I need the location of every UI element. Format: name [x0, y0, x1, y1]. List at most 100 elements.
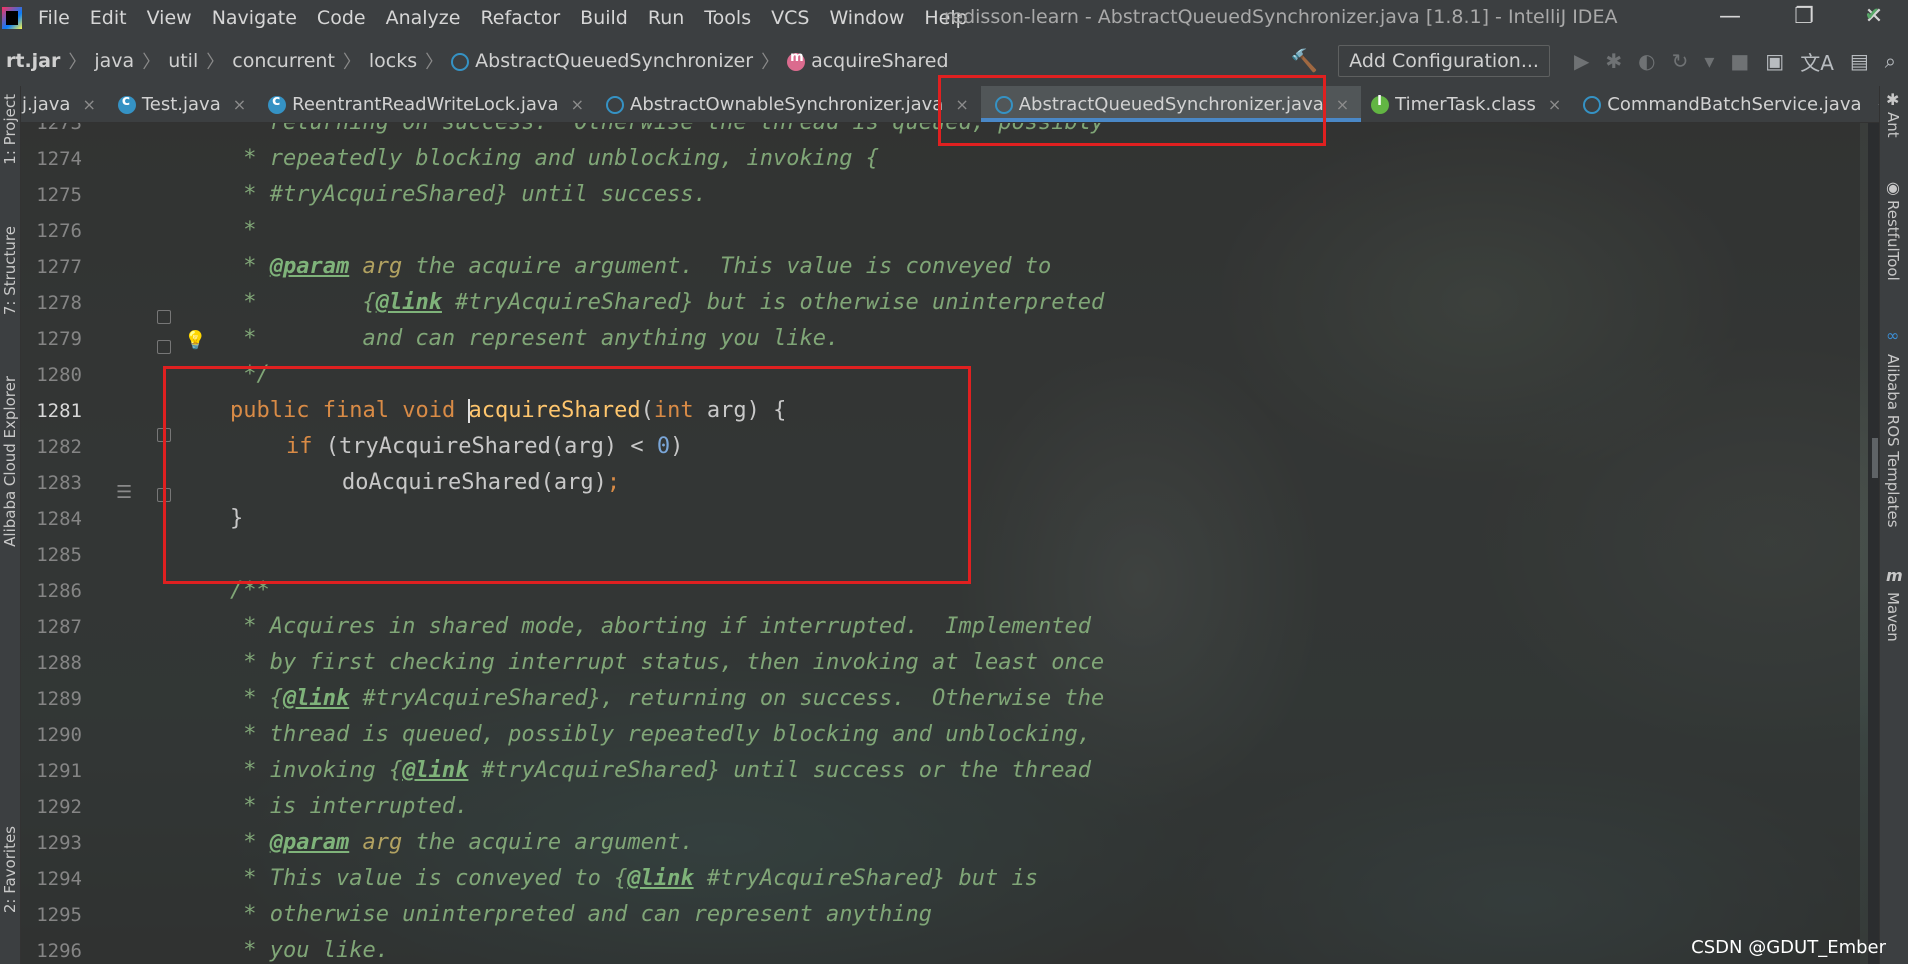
alibaba-cloud-explorer-tool-button[interactable]: Alibaba Cloud Explorer	[1, 376, 19, 547]
tab-close-icon[interactable]: ×	[1336, 95, 1349, 114]
run-icon[interactable]: ▶	[1574, 49, 1589, 73]
line-number: 1273	[36, 122, 82, 134]
code-line[interactable]: * {@link #tryAcquireShared}, returning o…	[230, 686, 1104, 711]
menu-analyze[interactable]: Analyze	[386, 7, 461, 29]
code-line[interactable]: /**	[230, 578, 270, 603]
tab-close-icon[interactable]: ×	[571, 95, 584, 114]
code-line[interactable]: * @param arg the acquire argument.	[230, 830, 694, 855]
menu-view[interactable]: View	[147, 7, 192, 29]
doc-comment-text: * invoking {	[230, 758, 403, 783]
tab-timer-task-class[interactable]: TimerTask.class ×	[1361, 86, 1573, 122]
maven-tool-button[interactable]: Maven	[1884, 592, 1902, 642]
breadcrumb-class[interactable]: AbstractQueuedSynchronizer	[451, 50, 753, 72]
doc-comment-text: * is interrupted.	[230, 794, 469, 819]
tab-close-icon[interactable]: ×	[233, 95, 246, 114]
menu-tools[interactable]: Tools	[704, 7, 751, 29]
menu-file[interactable]: File	[38, 7, 70, 29]
code-line[interactable]: * by first checking interrupt status, th…	[230, 650, 1104, 675]
menu-vcs[interactable]: VCS	[771, 7, 809, 29]
tab-abstract-queued-synchronizer[interactable]: AbstractQueuedSynchronizer.java ×	[980, 86, 1362, 122]
project-structure-icon[interactable]: ▣	[1765, 49, 1784, 73]
code-line[interactable]: * you like.	[230, 938, 389, 963]
code-line[interactable]: if (tryAcquireShared(arg) < 0)	[286, 434, 683, 459]
doc-comment-text: */	[230, 362, 270, 387]
inspection-ok-check-icon[interactable]: ✔	[1865, 4, 1880, 25]
stop-icon[interactable]: ■	[1730, 49, 1749, 73]
navigation-bar: rt.jar 〉 java 〉 util 〉 concurrent 〉 lock…	[0, 36, 1908, 87]
code-line[interactable]: * #tryAcquireShared} until success.	[230, 182, 707, 207]
translate-icon[interactable]: 文A	[1800, 47, 1834, 76]
fold-marker-icon[interactable]	[157, 428, 171, 442]
javadoc-tag: @link	[375, 290, 442, 315]
editor-scrollbar-thumb[interactable]	[1872, 438, 1878, 478]
project-tool-button[interactable]: 1: Project	[1, 94, 19, 165]
breadcrumb-locks[interactable]: locks	[369, 50, 417, 72]
code-line[interactable]: }	[230, 506, 243, 531]
code-line[interactable]: * otherwise uninterpreted and can repres…	[230, 902, 932, 927]
code-line[interactable]: * returning on success. Otherwise the th…	[230, 122, 1104, 135]
render-doc-toggle-icon[interactable]: ☰	[116, 482, 132, 503]
code-line[interactable]: public final void acquireShared(int arg)…	[230, 398, 786, 423]
tab-close-icon[interactable]: ×	[82, 95, 95, 114]
code-line[interactable]: * thread is queued, possibly repeatedly …	[230, 722, 1091, 747]
code-line[interactable]: doAcquireShared(arg);	[342, 470, 620, 495]
line-number: 1277	[36, 256, 82, 278]
favorites-tool-button[interactable]: 2: Favorites	[1, 826, 19, 913]
menu-navigate[interactable]: Navigate	[212, 7, 297, 29]
add-configuration-button[interactable]: Add Configuration...	[1338, 45, 1550, 77]
structure-tool-button[interactable]: 7: Structure	[1, 226, 19, 315]
alibaba-ros-templates-tool-button[interactable]: Alibaba ROS Templates	[1884, 354, 1902, 528]
code-line[interactable]: * Acquires in shared mode, aborting if i…	[230, 614, 1091, 639]
build-hammer-icon[interactable]: 🔨	[1291, 49, 1318, 74]
fold-marker-icon[interactable]	[157, 310, 171, 324]
code-token: if	[286, 434, 313, 459]
code-line[interactable]: * @param arg the acquire argument. This …	[230, 254, 1051, 279]
tab-abstract-ownable-synchronizer[interactable]: AbstractOwnableSynchronizer.java ×	[596, 86, 981, 122]
menu-edit[interactable]: Edit	[90, 7, 127, 29]
tab-close-icon[interactable]: ×	[955, 95, 968, 114]
tab-reentrant-read-write-lock[interactable]: ReentrantReadWriteLock.java ×	[258, 86, 596, 122]
code-token: doAcquireShared(arg)	[342, 470, 607, 495]
debug-icon[interactable]: ✱	[1605, 49, 1622, 73]
ant-tool-button[interactable]: Ant	[1884, 112, 1902, 138]
doc-comment-text: * thread is queued, possibly repeatedly …	[230, 722, 1091, 747]
menu-window[interactable]: Window	[829, 7, 904, 29]
run-dropdown-icon[interactable]: ▾	[1704, 49, 1714, 73]
restfultool-tool-button[interactable]: RestfulTool	[1884, 200, 1902, 281]
intellij-logo-icon	[2, 7, 22, 29]
coverage-icon[interactable]: ◐	[1638, 49, 1655, 73]
breadcrumb-concurrent[interactable]: concurrent	[232, 50, 335, 72]
fold-marker-icon[interactable]	[157, 340, 171, 354]
terminal-icon[interactable]: ▤	[1850, 49, 1869, 73]
breadcrumb-java[interactable]: java	[94, 50, 134, 72]
tab-close-icon[interactable]: ×	[1548, 95, 1561, 114]
code-line[interactable]: * and can represent anything you like.	[230, 326, 839, 351]
doc-comment-text: the acquire argument.	[402, 830, 694, 855]
minimize-button[interactable]: —	[1710, 4, 1750, 29]
doc-comment-text: #tryAcquireShared} but is otherwise unin…	[441, 290, 1105, 315]
profile-icon[interactable]: ↻	[1672, 49, 1689, 73]
menu-build[interactable]: Build	[580, 7, 628, 29]
lightbulb-intention-icon[interactable]: 💡	[184, 330, 206, 351]
menu-code[interactable]: Code	[317, 7, 366, 29]
menu-refactor[interactable]: Refactor	[480, 7, 560, 29]
tab-test-java[interactable]: Test.java ×	[108, 86, 258, 122]
code-editor[interactable]: 1273 1274 1275 1276 1277 1278 1279 1280 1281 1282…	[20, 122, 1860, 964]
code-line[interactable]: * repeatedly blocking and unblocking, in…	[230, 146, 879, 171]
code-token: )	[670, 434, 684, 459]
search-icon[interactable]: ⌕	[1885, 49, 1896, 73]
code-line[interactable]: * invoking {@link #tryAcquireShared} unt…	[230, 758, 1091, 783]
breadcrumb-method[interactable]: acquireShared	[787, 50, 949, 72]
tab-command-batch-service[interactable]: CommandBatchService.java	[1573, 86, 1873, 122]
breadcrumb-rt-jar[interactable]: rt.jar	[6, 50, 60, 72]
code-line[interactable]: */	[230, 362, 270, 387]
menu-run[interactable]: Run	[648, 7, 684, 29]
code-line[interactable]: * This value is conveyed to {@link #tryA…	[230, 866, 1038, 891]
code-line[interactable]: *	[230, 218, 256, 243]
breadcrumb-util[interactable]: util	[168, 50, 198, 72]
code-line[interactable]: * {@link #tryAcquireShared} but is other…	[230, 290, 1104, 315]
fold-marker-icon[interactable]	[157, 488, 171, 502]
restore-button[interactable]: ❐	[1784, 4, 1824, 29]
code-line[interactable]: * is interrupted.	[230, 794, 468, 819]
maven-icon: m	[1886, 566, 1903, 585]
